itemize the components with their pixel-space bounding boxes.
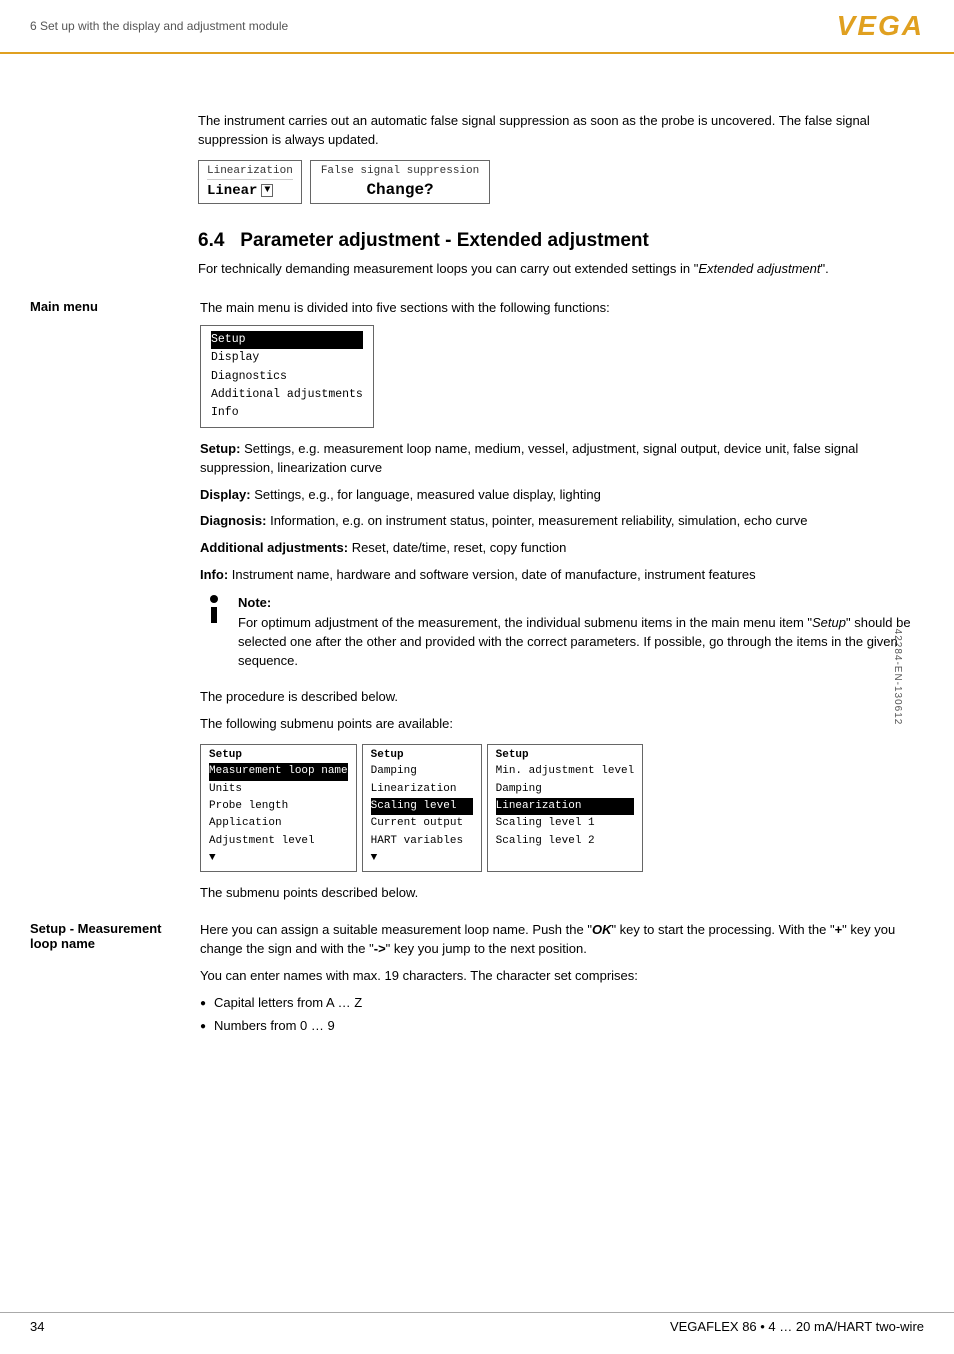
main-menu-label: Main menu [30,299,98,314]
section-title: Parameter adjustment - Extended adjustme… [240,230,649,251]
section-number: 6.4 [198,230,224,251]
submenu-panels: Setup Measurement loop name Units Probe … [200,744,924,872]
panel1-item-1: Measurement loop name [209,763,348,780]
page-container: 6 Set up with the display and adjustment… [0,0,954,1354]
menu-item-display: Display [211,349,363,367]
main-menu-box: Setup Display Diagnostics Additional adj… [200,325,374,427]
plus-key: + [835,922,843,937]
note-text: For optimum adjustment of the measuremen… [238,614,924,671]
panel3-item-4: Scaling level 1 [496,815,635,832]
panel1-arrow: ▼ [209,850,348,867]
arrow-key: -> [374,941,386,956]
note-icon [200,595,228,623]
panel1-item-3: Probe length [209,798,348,815]
intro-section: The instrument carries out an automatic … [30,112,924,220]
bullet-list: Capital letters from A … Z Numbers from … [200,994,924,1036]
ok-key: OK [592,922,612,937]
lcd-linearization: Linearization Linear ▼ [198,160,302,204]
header-rule [0,52,954,54]
extended-adjustment-italic: Extended adjustment [698,261,820,276]
lcd-false-signal: False signal suppression Change? [310,160,490,204]
content-area: The instrument carries out an automatic … [0,52,954,1102]
submenu-outro: The submenu points described below. [200,884,924,903]
left-col-setup: Setup - Measurementloop name [30,921,190,1041]
def-setup: Setup: Settings, e.g. measurement loop n… [200,440,924,478]
setup-measurement-text2: You can enter names with max. 19 charact… [200,967,924,986]
setup-italic: Setup [812,615,846,630]
submenu-intro2: The following submenu points are availab… [200,715,924,734]
lcd-false-signal-value: Change? [366,181,433,199]
note-bar [211,607,217,623]
def-diagnosis: Diagnosis: Information, e.g. on instrume… [200,512,924,531]
side-text: 42284-EN-130612 [892,629,903,726]
panel2-item-4: Current output [371,815,473,832]
panel2-item-5: HART variables [371,833,473,850]
left-col-main-menu: Main menu [30,299,190,912]
panel1-item-4: Application [209,815,348,832]
vega-logo: VEGA [837,10,924,42]
menu-item-info: Info [211,404,363,422]
def-info: Info: Instrument name, hardware and soft… [200,566,924,585]
def-additional: Additional adjustments: Reset, date/time… [200,539,924,558]
menu-item-additional: Additional adjustments [211,386,363,404]
submenu-panel-1: Setup Measurement loop name Units Probe … [200,744,357,872]
note-container: Note: For optimum adjustment of the meas… [200,595,924,679]
panel3-item-3: Linearization [496,798,635,815]
main-menu-description: The main menu is divided into five secti… [200,299,924,318]
def-additional-term: Additional adjustments: [200,540,348,555]
note-title: Note: [238,595,924,610]
dropdown-arrow-icon: ▼ [261,184,273,197]
panel2-item-1: Damping [371,763,473,780]
def-display: Display: Settings, e.g., for language, m… [200,486,924,505]
panel3-item-1: Min. adjustment level [496,763,635,780]
def-display-desc: Settings, e.g., for language, measured v… [254,487,601,502]
bullet-item-1: Capital letters from A … Z [200,994,924,1013]
panel3-item-2: Damping [496,781,635,798]
setup-measurement-label: Setup - Measurementloop name [30,921,161,951]
header-chapter: 6 Set up with the display and adjustment… [30,19,288,33]
panel2-title: Setup [371,749,473,761]
panel3-item-5: Scaling level 2 [496,833,635,850]
submenu-panel-2: Setup Damping Linearization Scaling leve… [362,744,482,872]
lcd-linearization-value: Linear ▼ [207,183,293,199]
setup-measurement-text1: Here you can assign a suitable measureme… [200,921,924,959]
def-setup-desc: Settings, e.g. measurement loop name, me… [200,441,858,475]
menu-item-setup: Setup [211,331,363,349]
panel2-item-3: Scaling level [371,798,473,815]
panel3-title: Setup [496,749,635,761]
submenu-panel-3: Setup Min. adjustment level Damping Line… [487,744,644,872]
section-intro: For technically demanding measurement lo… [198,260,924,279]
panel1-item-2: Units [209,781,348,798]
header-bar: 6 Set up with the display and adjustment… [0,0,954,52]
main-menu-section: Main menu The main menu is divided into … [30,299,924,912]
def-additional-desc: Reset, date/time, reset, copy function [352,540,567,555]
footer-product: VEGAFLEX 86 • 4 … 20 mA/HART two-wire [670,1319,924,1334]
note-dot [210,595,218,603]
footer: 34 VEGAFLEX 86 • 4 … 20 mA/HART two-wire [0,1312,954,1334]
panel1-item-5: Adjustment level [209,833,348,850]
def-info-desc: Instrument name, hardware and software v… [232,567,756,582]
panel1-title: Setup [209,749,348,761]
lcd-container: Linearization Linear ▼ False signal supp… [198,160,924,204]
def-setup-term: Setup: [200,441,240,456]
panel2-item-2: Linearization [371,781,473,798]
def-display-term: Display: [200,487,251,502]
menu-item-diagnostics: Diagnostics [211,368,363,386]
def-info-term: Info: [200,567,228,582]
right-col-main-menu: The main menu is divided into five secti… [190,299,924,912]
def-diagnosis-desc: Information, e.g. on instrument status, … [270,513,807,528]
intro-paragraph: The instrument carries out an automatic … [198,112,924,150]
panel2-arrow: ▼ [371,850,473,867]
submenu-intro: The procedure is described below. [200,688,924,707]
lcd-false-signal-title: False signal suppression [321,165,479,177]
def-diagnosis-term: Diagnosis: [200,513,266,528]
setup-measurement-section: Setup - Measurementloop name Here you ca… [30,921,924,1041]
note-content: Note: For optimum adjustment of the meas… [238,595,924,679]
section-heading: 6.4 Parameter adjustment - Extended adju… [198,230,924,252]
lcd-linearization-title: Linearization [207,165,293,180]
footer-page: 34 [30,1319,44,1334]
bullet-item-2: Numbers from 0 … 9 [200,1017,924,1036]
section-heading-area: 6.4 Parameter adjustment - Extended adju… [30,230,924,287]
right-col-setup: Here you can assign a suitable measureme… [190,921,924,1041]
